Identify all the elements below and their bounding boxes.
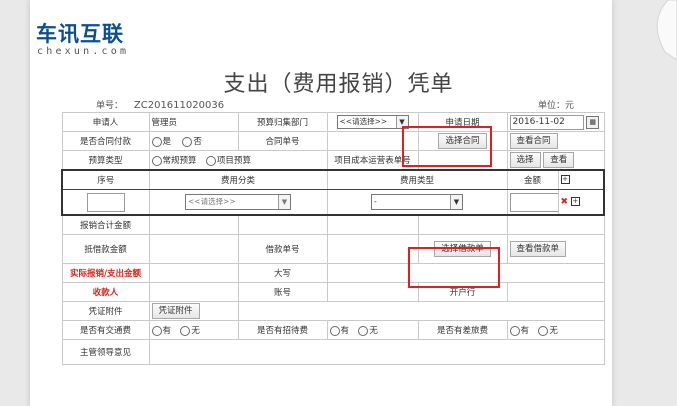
row-budget-type: 预算类型 常规预算 项目预算 项目成本运营表单号 选择 查看: [61, 150, 605, 171]
budget-project-radio[interactable]: [205, 155, 216, 166]
row-expense-flags: 是否有交通费 有 无 是否有招待费 有 无 是否有差旅费 有 无: [61, 320, 605, 340]
fee-category-select[interactable]: <<请选择>> ▼: [185, 194, 291, 210]
transport-yes-radio[interactable]: [151, 325, 162, 336]
view-project-button[interactable]: 查看: [543, 152, 575, 168]
row-no-input[interactable]: [86, 192, 125, 212]
attachment-button[interactable]: 凭证附件: [151, 303, 200, 319]
view-contract-button[interactable]: 查看合同: [509, 133, 558, 149]
contract-pay-no-label: 否: [193, 137, 202, 147]
budget-project-label: 项目预算: [216, 156, 251, 166]
contract-pay-yes-label: 是: [162, 137, 172, 147]
logo-cn-text: 车讯互联: [36, 22, 124, 46]
expense-form-table: 申请人 管理员 预算归集部门 <<请选择>> ▼ 申请日期 2016-11-02 …: [61, 112, 606, 365]
apply-date-input[interactable]: 2016-11-02: [509, 114, 584, 130]
fee-category-select-value: <<请选择>>: [188, 197, 236, 206]
budget-dept-label: 预算归集部门: [237, 112, 328, 132]
transport-no-radio[interactable]: [180, 325, 191, 336]
highlight-select-loan: [408, 247, 500, 288]
entertain-no-label: 无: [369, 326, 378, 336]
highlight-select-contract: [402, 126, 492, 167]
budget-type-label: 预算类型: [61, 150, 150, 171]
travel-label: 是否有差旅费: [417, 320, 508, 340]
applicant-value: 管理员: [148, 112, 239, 132]
entertain-no-radio[interactable]: [358, 325, 369, 336]
contract-pay-no-radio[interactable]: [182, 136, 193, 147]
calendar-icon[interactable]: ▦: [586, 115, 600, 129]
select-project-button[interactable]: 选择: [509, 152, 541, 168]
page-title: 支出（费用报销）凭单: [223, 72, 454, 97]
doc-number-label: 单号：: [96, 101, 124, 111]
budget-regular-radio[interactable]: [151, 155, 162, 166]
fee-type-select[interactable]: - ▼: [371, 194, 463, 210]
budget-regular-label: 常规预算: [162, 156, 197, 166]
amount-input[interactable]: [509, 192, 557, 212]
doc-number: 单号： ZC201611020036: [96, 98, 224, 111]
contract-no-label: 合同单号: [237, 131, 328, 151]
chexun-logo: 车讯互联 chexun.com: [36, 22, 129, 58]
entertain-yes-radio[interactable]: [329, 325, 340, 336]
col-amount-header: 金额: [506, 169, 559, 190]
row-loan-offset: 抵借款金额 借款单号 选择借款单 查看借款单: [61, 234, 605, 264]
page-curl-decoration: [656, 0, 677, 60]
entertain-label: 是否有招待费: [237, 320, 328, 340]
travel-yes-radio[interactable]: [509, 325, 520, 336]
chevron-down-icon: ▼: [450, 195, 462, 209]
uppercase-label: 大写: [237, 263, 328, 283]
doc-number-value: ZC201611020036: [133, 100, 225, 111]
loan-offset-label: 抵借款金额: [61, 234, 150, 264]
transport-label: 是否有交通费: [61, 320, 150, 340]
payee-label: 收款人: [61, 282, 150, 302]
transport-yes-label: 有: [162, 326, 172, 336]
row-applicant: 申请人 管理员 预算归集部门 <<请选择>> ▼ 申请日期 2016-11-02 …: [61, 112, 605, 132]
total-label: 报销合计金额: [61, 214, 150, 235]
delete-row-icon[interactable]: ✖: [561, 197, 569, 207]
col-fee-type-header: 费用类型: [326, 169, 508, 190]
transport-no-label: 无: [191, 326, 200, 336]
travel-no-label: 无: [549, 326, 558, 336]
contract-pay-yes-radio[interactable]: [151, 136, 162, 147]
currency-unit: 单位：元: [538, 101, 575, 111]
col-fee-category-header: 费用分类: [148, 169, 328, 190]
row-contract-pay: 是否合同付款 是 否 合同单号 选择合同 查看合同: [61, 131, 605, 151]
row-total: 报销合计金额: [61, 214, 605, 235]
add-row-icon[interactable]: +: [570, 197, 580, 207]
actual-amount-label: 实际报销/支出金额: [61, 263, 150, 283]
loan-no-label: 借款单号: [237, 234, 328, 264]
travel-no-radio[interactable]: [538, 325, 549, 336]
contract-pay-label: 是否合同付款: [61, 131, 150, 151]
fee-type-select-value: -: [374, 197, 377, 206]
row-payee: 收款人 账号 开户行: [61, 282, 605, 302]
fee-list-header: 序号 费用分类 费用类型 金额 +: [61, 169, 606, 190]
budget-dept-select[interactable]: <<请选择>> ▼: [336, 115, 409, 129]
leader-opinion-label: 主管领导意见: [61, 339, 150, 365]
logo-en-text: chexun.com: [37, 46, 130, 57]
col-no-header: 序号: [61, 169, 150, 190]
travel-yes-label: 有: [520, 326, 530, 336]
fee-list-row: <<请选择>> ▼ - ▼ ✖ +: [61, 189, 606, 216]
view-loan-button[interactable]: 查看借款单: [509, 241, 567, 257]
chevron-down-icon: ▼: [278, 195, 290, 209]
account-label: 账号: [237, 282, 328, 302]
row-actual-amount: 实际报销/支出金额 大写: [61, 263, 605, 283]
attachment-label: 凭证附件: [61, 301, 150, 321]
row-leader-opinion: 主管领导意见: [61, 339, 605, 365]
row-attachment: 凭证附件 凭证附件: [61, 301, 605, 321]
add-row-icon[interactable]: +: [560, 175, 570, 184]
applicant-label: 申请人: [61, 112, 150, 132]
budget-dept-select-value: <<请选择>>: [339, 117, 388, 126]
entertain-yes-label: 有: [340, 326, 350, 336]
